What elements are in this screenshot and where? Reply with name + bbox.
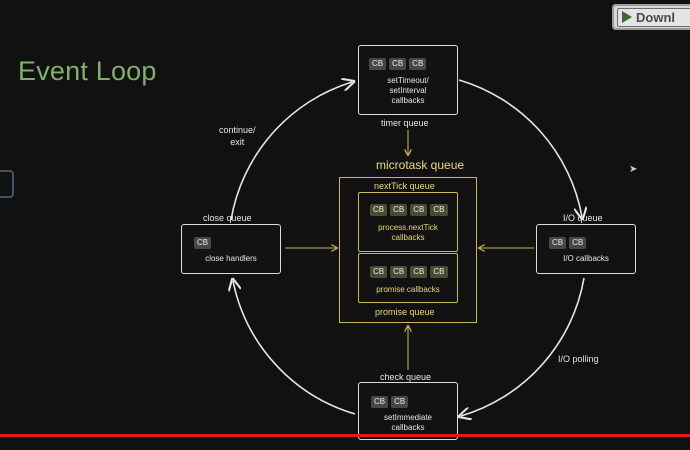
- nexttick-queue-box: CB CB CB CB process.nextTick callbacks: [358, 192, 458, 252]
- check-text: setImmediate callbacks: [383, 413, 433, 432]
- cb-chip: CB: [390, 266, 408, 278]
- timer-chips: CB CB CB: [369, 58, 427, 70]
- close-queue-label: close queue: [203, 213, 252, 223]
- close-queue-box: CB close handlers: [181, 224, 281, 274]
- cb-chip: CB: [549, 237, 567, 249]
- check-queue-label: check queue: [380, 372, 432, 382]
- cb-chip: CB: [371, 396, 389, 408]
- cb-chip: CB: [569, 237, 587, 249]
- cb-chip: CB: [410, 266, 428, 278]
- check-chips: CB CB: [371, 396, 409, 408]
- cb-chip: CB: [391, 396, 409, 408]
- check-queue-box: CB CB setImmediate callbacks: [358, 382, 458, 440]
- cb-chip: CB: [369, 58, 387, 70]
- cb-chip: CB: [389, 58, 407, 70]
- io-text: I/O callbacks: [563, 254, 609, 263]
- cb-chip: CB: [430, 266, 448, 278]
- cb-chip: CB: [370, 266, 388, 278]
- event-loop-diagram: Event Loop Downl ➤ CB CB CB setTimeout/ …: [0, 0, 690, 450]
- cb-chip: CB: [410, 204, 428, 216]
- cb-chip: CB: [390, 204, 408, 216]
- promise-queue-box: CB CB CB CB promise callbacks: [358, 253, 458, 303]
- arc-io-to-check: [461, 277, 585, 416]
- timer-queue-box: CB CB CB setTimeout/ setInterval callbac…: [358, 45, 458, 115]
- microtask-title: microtask queue: [376, 158, 465, 172]
- promise-text: promise callbacks: [376, 285, 440, 294]
- close-text: close handlers: [205, 254, 257, 263]
- nexttick-text: process.nextTick callbacks: [378, 223, 438, 242]
- io-chips: CB CB: [549, 237, 587, 249]
- promise-queue-label: promise queue: [375, 307, 435, 317]
- io-polling-label: I/O polling: [558, 354, 599, 364]
- io-queue-box: CB CB I/O callbacks: [536, 224, 636, 274]
- timer-text: setTimeout/ setInterval callbacks: [387, 76, 429, 105]
- continue-exit-label: continue/ exit: [219, 125, 256, 147]
- cb-chip: CB: [194, 237, 212, 249]
- cb-chip: CB: [370, 204, 388, 216]
- nexttick-chips: CB CB CB CB: [370, 204, 448, 216]
- arc-check-to-close: [233, 281, 356, 415]
- io-queue-label: I/O queue: [563, 213, 603, 223]
- progress-line: [0, 434, 690, 437]
- cb-chip: CB: [430, 204, 448, 216]
- arc-close-to-timer: [230, 82, 352, 221]
- timer-queue-label: timer queue: [381, 118, 429, 128]
- promise-chips: CB CB CB CB: [370, 266, 448, 278]
- arc-timer-to-io: [458, 79, 582, 217]
- cb-chip: CB: [409, 58, 427, 70]
- nexttick-queue-label: nextTick queue: [374, 181, 435, 191]
- close-chips: CB: [194, 237, 212, 249]
